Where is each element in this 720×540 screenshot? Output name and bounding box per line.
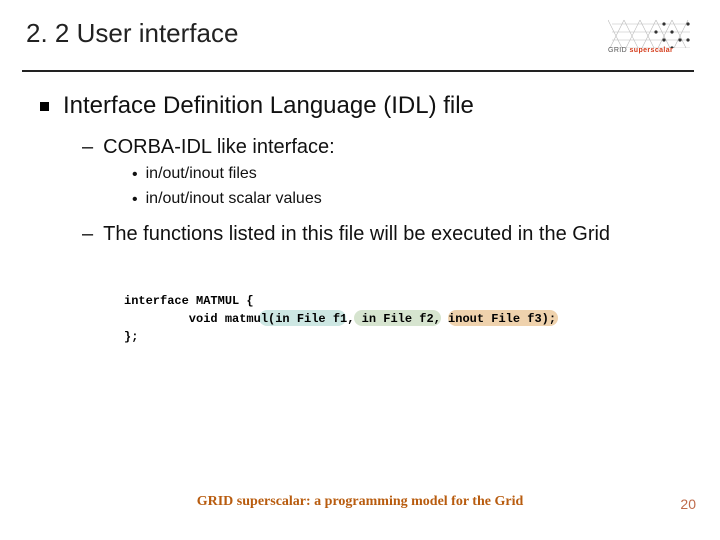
bullet3b-text: in/out/inout scalar values [146, 190, 322, 208]
bullet-level2: – The functions listed in this file will… [82, 221, 684, 248]
content-area: Interface Definition Language (IDL) file… [26, 72, 694, 346]
dot-bullet-icon: • [132, 190, 138, 211]
logo-lattice-icon [608, 18, 694, 48]
square-bullet-icon [40, 102, 49, 111]
bullet2a-text: CORBA-IDL like interface: [103, 134, 335, 161]
slide-title: 2. 2 User interface [26, 18, 238, 49]
page-number: 20 [680, 496, 696, 512]
code-line-1: interface MATMUL { [124, 292, 666, 310]
code-line-3: }; [124, 328, 666, 346]
bullet3a-text: in/out/inout files [146, 165, 257, 183]
code-block: interface MATMUL { void matmul(in File f… [124, 292, 666, 346]
logo-text: GRID superscalar [608, 47, 673, 54]
footer-text: GRID superscalar: a programming model fo… [0, 494, 720, 510]
code-line-2: void matmul(in File f1, in File f2, inou… [124, 310, 666, 328]
bullet-level1: Interface Definition Language (IDL) file [40, 92, 684, 120]
bullet-level3: • in/out/inout scalar values [132, 190, 684, 211]
dash-bullet-icon: – [82, 221, 93, 247]
dash-bullet-icon: – [82, 134, 93, 160]
bullet-level2: – CORBA-IDL like interface: [82, 134, 684, 161]
slide: 2. 2 User interface [0, 0, 720, 540]
bullet1-text: Interface Definition Language (IDL) file [63, 92, 474, 120]
logo-text-grid: GRID [608, 47, 627, 54]
dot-bullet-icon: • [132, 165, 138, 186]
bullet-level3: • in/out/inout files [132, 165, 684, 186]
logo-text-superscalar: superscalar [629, 47, 673, 54]
grid-superscalar-logo: GRID superscalar [608, 18, 694, 62]
bullet2b-text: The functions listed in this file will b… [103, 221, 610, 248]
header-row: 2. 2 User interface [26, 18, 694, 62]
